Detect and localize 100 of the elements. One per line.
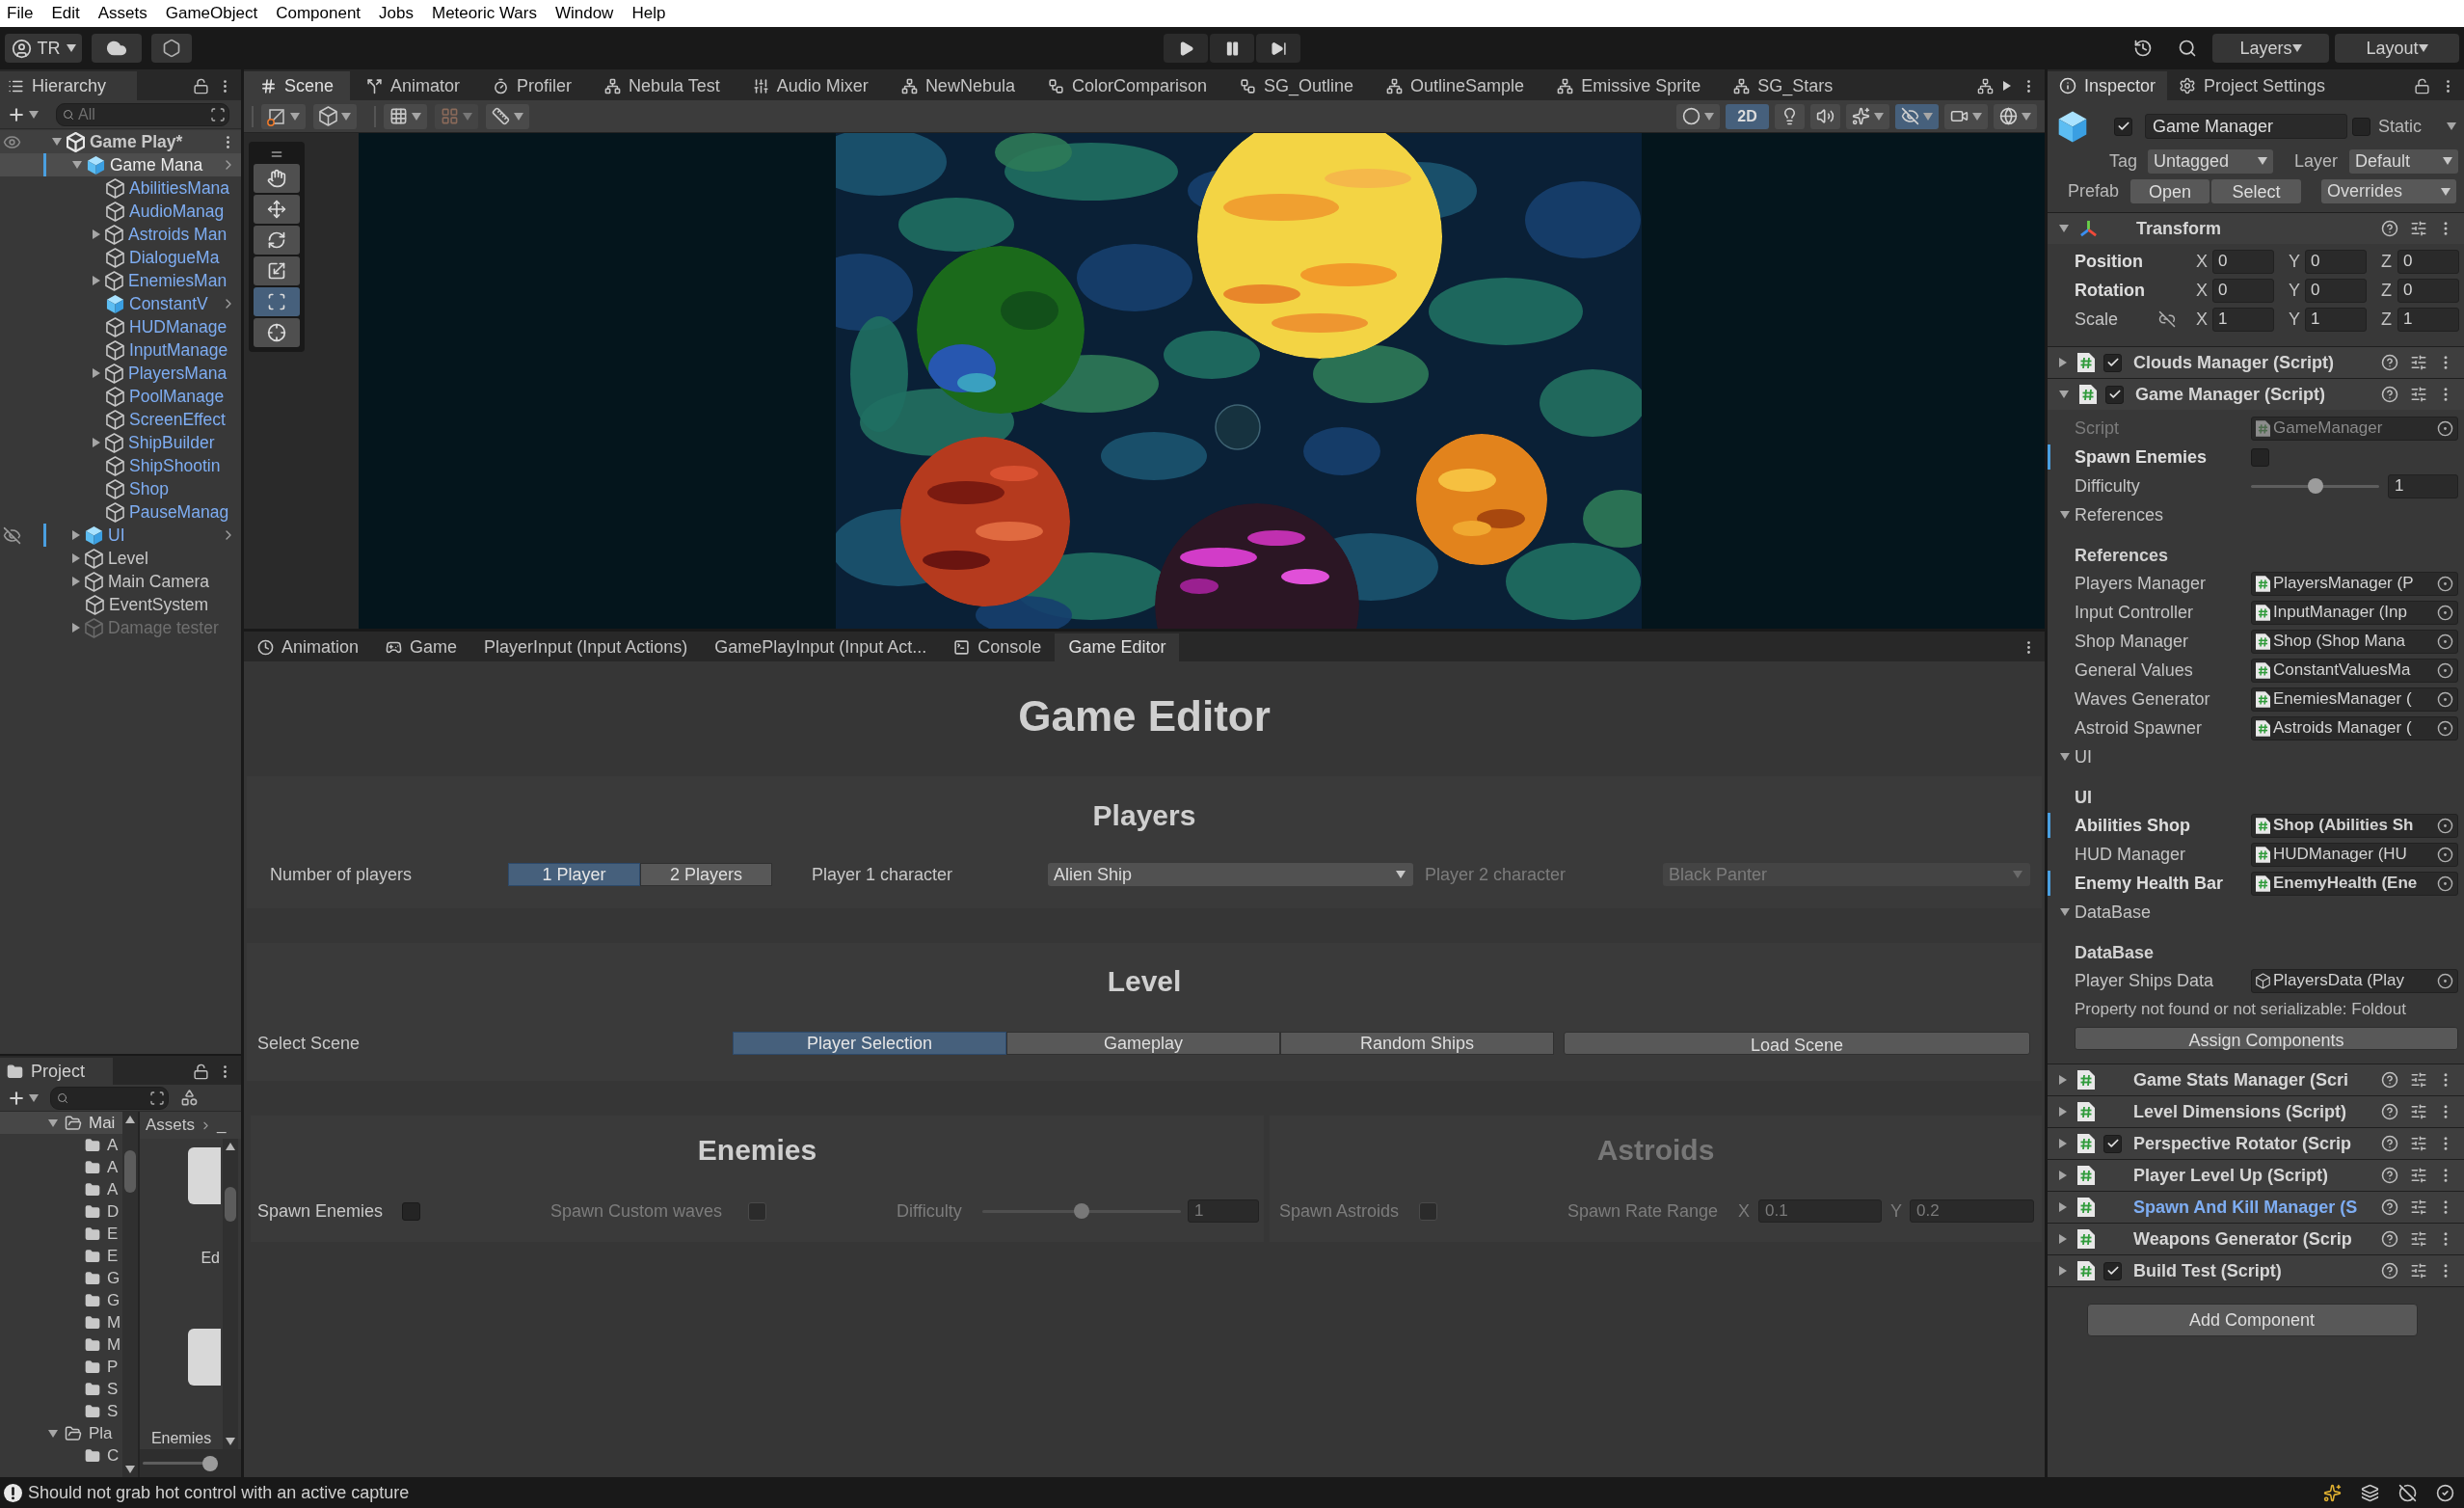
folder-item[interactable]: P	[0, 1356, 122, 1378]
scrollbar[interactable]	[122, 1112, 138, 1477]
breadcrumb-item[interactable]: _	[217, 1113, 227, 1138]
cloud-button[interactable]	[92, 34, 142, 63]
segment-button[interactable]: Random Ships	[1280, 1032, 1554, 1055]
circle-dot-icon[interactable]	[2437, 846, 2453, 863]
slider-thumb[interactable]	[202, 1455, 219, 1471]
hierarchy-item[interactable]: HUDManage	[0, 315, 241, 338]
circle-dot-icon[interactable]	[2437, 972, 2453, 989]
toolbar-button[interactable]	[1994, 103, 2037, 129]
hierarchy-item[interactable]: ShipShootin	[0, 454, 241, 477]
check-circle-icon[interactable]	[2436, 1483, 2454, 1502]
segment-button[interactable]: Gameplay	[1006, 1032, 1280, 1055]
caret-down-icon[interactable]	[1396, 871, 1406, 878]
hierarchy-item[interactable]: AudioManag	[0, 200, 241, 223]
help-icon[interactable]	[2381, 1198, 2398, 1216]
caret-right-icon[interactable]	[72, 553, 80, 563]
foldout[interactable]: References	[2048, 500, 2464, 529]
scan-frame-icon[interactable]	[210, 106, 226, 122]
toolbar-button[interactable]	[384, 103, 427, 129]
sliders-icon[interactable]	[2410, 1071, 2427, 1089]
layout-dropdown[interactable]: Layout	[2335, 34, 2459, 63]
number-field[interactable]: 0	[2305, 278, 2367, 303]
folder-item[interactable]: E	[0, 1245, 122, 1267]
editor-tab[interactable]: OutlineSample	[1370, 71, 1541, 100]
caret-down-icon[interactable]	[2059, 390, 2069, 398]
pause-button[interactable]	[1210, 34, 1254, 63]
caret-down-icon[interactable]	[48, 1118, 58, 1127]
tool-button[interactable]	[254, 287, 300, 316]
component-header[interactable]: Game Stats Manager (Scri	[2048, 1064, 2464, 1095]
caret-down-icon[interactable]	[514, 112, 523, 121]
panel-tab[interactable]: Project	[0, 1058, 113, 1085]
tag-dropdown[interactable]: Untagged	[2148, 148, 2273, 174]
panel-tab[interactable]: Inspector	[2048, 71, 2168, 100]
help-icon[interactable]	[2381, 354, 2398, 371]
tool-button[interactable]	[254, 318, 300, 347]
hierarchy-item[interactable]: EnemiesMan	[0, 269, 241, 292]
caret-down-icon[interactable]	[412, 112, 421, 121]
object-field[interactable]: PlayersData (Play	[2251, 968, 2458, 993]
caret-down-icon[interactable]	[1874, 112, 1884, 121]
editor-tab[interactable]: SG_Stars	[1717, 71, 1850, 100]
caret-down-icon[interactable]	[2060, 908, 2070, 916]
checkbox[interactable]	[2103, 353, 2122, 372]
lock-icon[interactable]	[2414, 77, 2430, 94]
folder-item[interactable]: G	[0, 1267, 122, 1289]
caret-down-icon[interactable]	[2022, 112, 2031, 121]
search-field[interactable]: All	[78, 104, 206, 124]
caret-up-icon[interactable]	[226, 1143, 235, 1150]
hierarchy-item[interactable]: Game Mana	[0, 153, 241, 176]
menu-item[interactable]: Assets	[97, 1, 147, 26]
search-field[interactable]	[50, 1086, 169, 1110]
object-field[interactable]: InputManager (Inp	[2251, 600, 2458, 625]
node-graph-icon[interactable]	[1977, 77, 1994, 94]
help-icon[interactable]	[2381, 1135, 2398, 1152]
caret-right-icon[interactable]	[72, 577, 80, 586]
slider-track[interactable]	[143, 1454, 218, 1472]
prefab-button[interactable]: Open	[2130, 179, 2210, 203]
sliders-icon[interactable]	[2410, 1198, 2427, 1216]
caret-down-icon[interactable]	[1972, 112, 1982, 121]
object-field[interactable]: PlayersManager (P	[2251, 571, 2458, 596]
sparkles-icon[interactable]	[2323, 1483, 2342, 1502]
menu-item[interactable]: Meteoric Wars	[432, 1, 537, 26]
lock-icon[interactable]	[193, 77, 209, 94]
toolbar-button[interactable]	[1810, 103, 1840, 129]
tool-button[interactable]	[254, 256, 300, 285]
slider-thumb[interactable]	[2307, 478, 2323, 494]
editor-tab[interactable]: GamePlayInput (Input Act...	[701, 633, 941, 661]
sliders-icon[interactable]	[2410, 1262, 2427, 1279]
number-field[interactable]: 1	[2388, 473, 2458, 498]
object-field[interactable]: Astroids Manager (	[2251, 715, 2458, 741]
caret-down-icon[interactable]	[2060, 511, 2070, 519]
caret-down-icon[interactable]	[226, 1438, 235, 1445]
number-field[interactable]: 0	[2212, 249, 2274, 274]
scrollbar[interactable]	[223, 1139, 238, 1449]
object-field[interactable]: EnemyHealth (Ene	[2251, 871, 2458, 896]
crossed-circle-icon[interactable]	[2398, 1483, 2417, 1502]
toolbar-button[interactable]	[1944, 103, 1988, 129]
toolbar-button[interactable]	[1676, 103, 1720, 129]
panel-tab[interactable]: Hierarchy	[0, 71, 137, 100]
caret-down-icon[interactable]	[2418, 44, 2428, 52]
component-header[interactable]: Game Manager (Script)	[2048, 378, 2464, 410]
editor-tab[interactable]: Game Editor	[1055, 633, 1180, 661]
menu-item[interactable]: File	[7, 1, 34, 26]
dropdown[interactable]: Alien Ship	[1048, 863, 1413, 886]
editor-tab[interactable]: Nebula Test	[588, 71, 737, 100]
hierarchy-item[interactable]: PauseManag	[0, 500, 241, 524]
slider-track[interactable]	[982, 1202, 1181, 1220]
sliders-icon[interactable]	[2410, 1103, 2427, 1120]
help-icon[interactable]	[2381, 386, 2398, 403]
number-field[interactable]: 0	[2397, 249, 2459, 274]
checkbox[interactable]	[2103, 1261, 2122, 1280]
checkbox[interactable]	[2114, 117, 2132, 136]
folder-item[interactable]: S	[0, 1378, 122, 1400]
component-header[interactable]: Transform	[2048, 212, 2464, 244]
caret-down-icon[interactable]	[2258, 157, 2267, 165]
number-field[interactable]: 1	[2212, 307, 2274, 332]
caret-down-icon[interactable]	[52, 138, 62, 146]
caret-right-icon[interactable]	[2059, 358, 2067, 367]
caret-down-icon[interactable]	[48, 1429, 58, 1438]
component-header[interactable]: Clouds Manager (Script)	[2048, 346, 2464, 378]
